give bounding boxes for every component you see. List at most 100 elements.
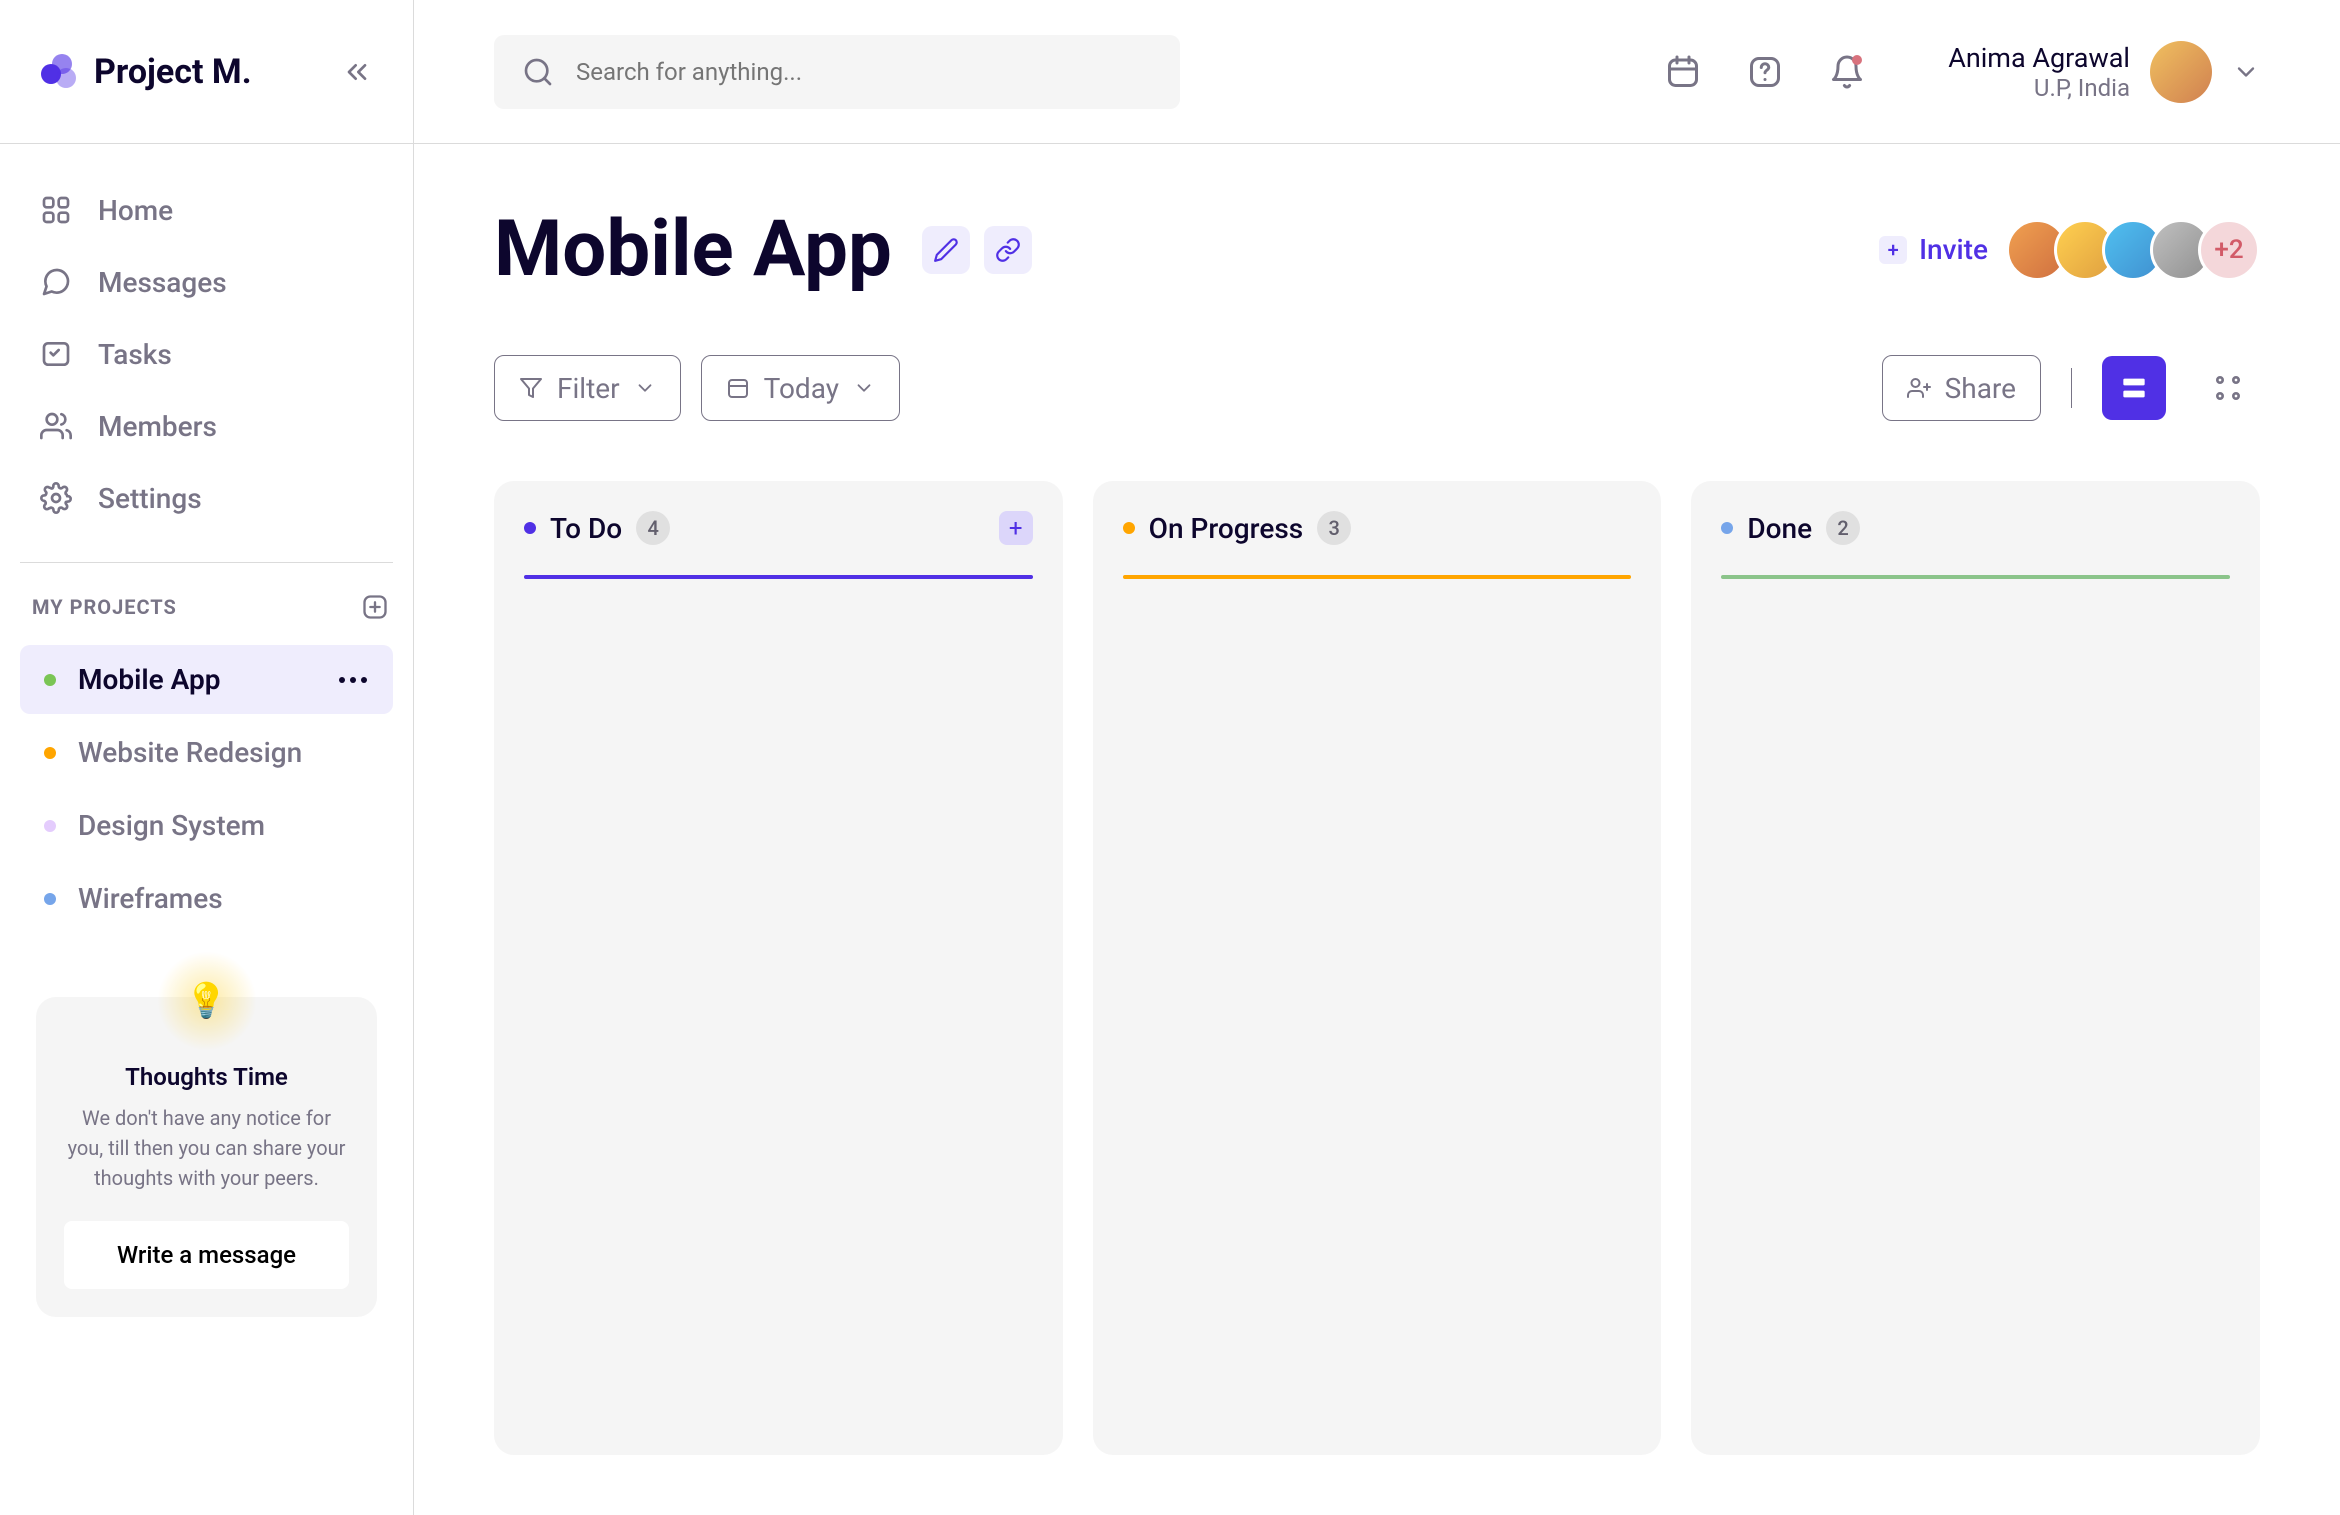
projects-header: MY PROJECTS bbox=[0, 563, 413, 641]
user-avatar bbox=[2150, 41, 2212, 103]
nav-tasks[interactable]: Tasks bbox=[20, 318, 393, 390]
main: Anima Agrawal U.P, India Mobile App bbox=[414, 0, 2340, 1515]
project-website-redesign[interactable]: Website Redesign bbox=[20, 718, 393, 787]
members-icon bbox=[38, 408, 74, 444]
project-design-system[interactable]: Design System bbox=[20, 791, 393, 860]
invite-group: + Invite +2 bbox=[1879, 219, 2260, 281]
calendar-icon bbox=[1665, 54, 1701, 90]
home-icon bbox=[38, 192, 74, 228]
project-dot-icon bbox=[44, 820, 56, 832]
calendar-icon bbox=[726, 376, 750, 400]
messages-icon bbox=[38, 264, 74, 300]
lightbulb-icon: 💡 bbox=[157, 951, 257, 1051]
grid-view-button[interactable] bbox=[2196, 356, 2260, 420]
sidebar-header: Project M. bbox=[0, 0, 413, 144]
column-done: Done 2 bbox=[1691, 481, 2260, 1455]
nav-members[interactable]: Members bbox=[20, 390, 393, 462]
invite-button[interactable]: + Invite bbox=[1879, 233, 1988, 266]
primary-nav: Home Messages Tasks Members bbox=[0, 144, 413, 534]
add-card-button[interactable]: + bbox=[999, 511, 1033, 545]
settings-icon bbox=[38, 480, 74, 516]
link-button[interactable] bbox=[984, 226, 1032, 274]
topbar-icons bbox=[1662, 51, 1868, 93]
column-divider bbox=[524, 575, 1033, 579]
date-label: Today bbox=[764, 372, 839, 405]
content: Mobile App + Invite bbox=[414, 144, 2340, 1515]
column-progress: On Progress 3 bbox=[1093, 481, 1662, 1455]
write-message-button[interactable]: Write a message bbox=[64, 1221, 349, 1289]
edit-title-button[interactable] bbox=[922, 226, 970, 274]
calendar-button[interactable] bbox=[1662, 51, 1704, 93]
sidebar: Project M. Home Messages bbox=[0, 0, 414, 1515]
page-title: Mobile App bbox=[494, 204, 892, 295]
column-count-badge: 2 bbox=[1826, 511, 1860, 545]
column-count-badge: 4 bbox=[636, 511, 670, 545]
share-button[interactable]: Share bbox=[1882, 355, 2041, 421]
chevron-down-icon bbox=[2232, 58, 2260, 86]
nav-label: Messages bbox=[98, 266, 227, 299]
search-icon bbox=[522, 56, 554, 88]
nav-settings[interactable]: Settings bbox=[20, 462, 393, 534]
share-icon bbox=[1907, 376, 1931, 400]
filter-icon bbox=[519, 376, 543, 400]
user-name: Anima Agrawal bbox=[1948, 42, 2130, 74]
app-name: Project M. bbox=[94, 52, 252, 92]
filter-label: Filter bbox=[557, 372, 620, 405]
logo-icon bbox=[38, 52, 78, 92]
search-input[interactable] bbox=[576, 58, 1152, 86]
project-label: Website Redesign bbox=[78, 736, 302, 769]
member-avatar-stack[interactable]: +2 bbox=[2006, 219, 2260, 281]
invite-label: Invite bbox=[1919, 233, 1988, 266]
page-header: Mobile App + Invite bbox=[494, 204, 2260, 295]
project-wireframes[interactable]: Wireframes bbox=[20, 864, 393, 933]
project-dot-icon bbox=[44, 674, 56, 686]
share-label: Share bbox=[1945, 372, 2016, 405]
plus-icon: + bbox=[1879, 236, 1907, 264]
topbar: Anima Agrawal U.P, India bbox=[414, 0, 2340, 144]
grid-icon bbox=[2212, 372, 2244, 404]
project-more-button[interactable] bbox=[339, 677, 371, 683]
nav-home[interactable]: Home bbox=[20, 174, 393, 246]
help-button[interactable] bbox=[1744, 51, 1786, 93]
search-box[interactable] bbox=[494, 35, 1180, 109]
project-dot-icon bbox=[44, 747, 56, 759]
chevron-left-double-icon bbox=[341, 56, 373, 88]
list-icon bbox=[2118, 372, 2150, 404]
nav-label: Home bbox=[98, 194, 173, 227]
project-dot-icon bbox=[44, 893, 56, 905]
column-todo: To Do 4 + bbox=[494, 481, 1063, 1455]
chevron-down-icon bbox=[634, 377, 656, 399]
date-dropdown[interactable]: Today bbox=[701, 355, 900, 421]
notification-dot-icon bbox=[1852, 55, 1862, 65]
help-icon bbox=[1747, 54, 1783, 90]
thoughts-body: We don't have any notice for you, till t… bbox=[64, 1103, 349, 1193]
column-divider bbox=[1123, 575, 1632, 579]
column-divider bbox=[1721, 575, 2230, 579]
project-label: Mobile App bbox=[78, 663, 221, 696]
notifications-button[interactable] bbox=[1826, 51, 1868, 93]
sidebar-collapse-button[interactable] bbox=[339, 54, 375, 90]
divider bbox=[2071, 368, 2072, 408]
user-profile[interactable]: Anima Agrawal U.P, India bbox=[1948, 41, 2260, 103]
kanban-board: To Do 4 + On Progress 3 bbox=[494, 481, 2260, 1455]
list-view-button[interactable] bbox=[2102, 356, 2166, 420]
controls-row: Filter Today Share bbox=[494, 355, 2260, 421]
projects-label: MY PROJECTS bbox=[32, 595, 177, 619]
user-location: U.P, India bbox=[1948, 74, 2130, 102]
filter-dropdown[interactable]: Filter bbox=[494, 355, 681, 421]
column-dot-icon bbox=[1721, 522, 1733, 534]
column-dot-icon bbox=[1123, 522, 1135, 534]
column-title: On Progress bbox=[1149, 512, 1303, 545]
nav-messages[interactable]: Messages bbox=[20, 246, 393, 318]
projects-list: Mobile App Website Redesign Design Syste… bbox=[0, 641, 413, 937]
project-label: Design System bbox=[78, 809, 265, 842]
add-project-button[interactable] bbox=[361, 593, 389, 621]
column-count-badge: 3 bbox=[1317, 511, 1351, 545]
thoughts-title: Thoughts Time bbox=[64, 1063, 349, 1091]
chevron-down-icon bbox=[853, 377, 875, 399]
project-mobile-app[interactable]: Mobile App bbox=[20, 645, 393, 714]
nav-label: Tasks bbox=[98, 338, 172, 371]
tasks-icon bbox=[38, 336, 74, 372]
project-label: Wireframes bbox=[78, 882, 223, 915]
nav-label: Settings bbox=[98, 482, 202, 515]
